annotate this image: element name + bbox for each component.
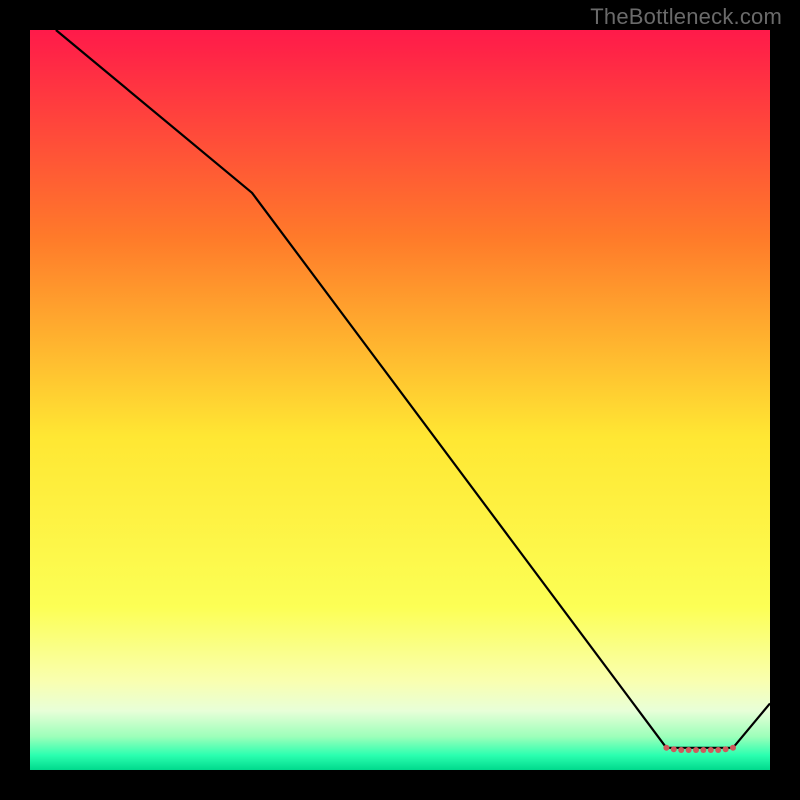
marker-dot bbox=[700, 747, 706, 753]
marker-dot bbox=[686, 747, 692, 753]
marker-dot bbox=[671, 746, 677, 752]
chart-container: { "watermark": "TheBottleneck.com", "col… bbox=[0, 0, 800, 800]
marker-dot bbox=[663, 745, 669, 751]
plot-background bbox=[30, 30, 770, 770]
marker-dot bbox=[678, 747, 684, 753]
marker-dot bbox=[730, 745, 736, 751]
marker-dot bbox=[723, 746, 729, 752]
marker-dot bbox=[693, 747, 699, 753]
bottleneck-chart bbox=[0, 0, 800, 800]
marker-dot bbox=[708, 747, 714, 753]
marker-dot bbox=[715, 747, 721, 753]
watermark-text: TheBottleneck.com bbox=[590, 4, 782, 30]
